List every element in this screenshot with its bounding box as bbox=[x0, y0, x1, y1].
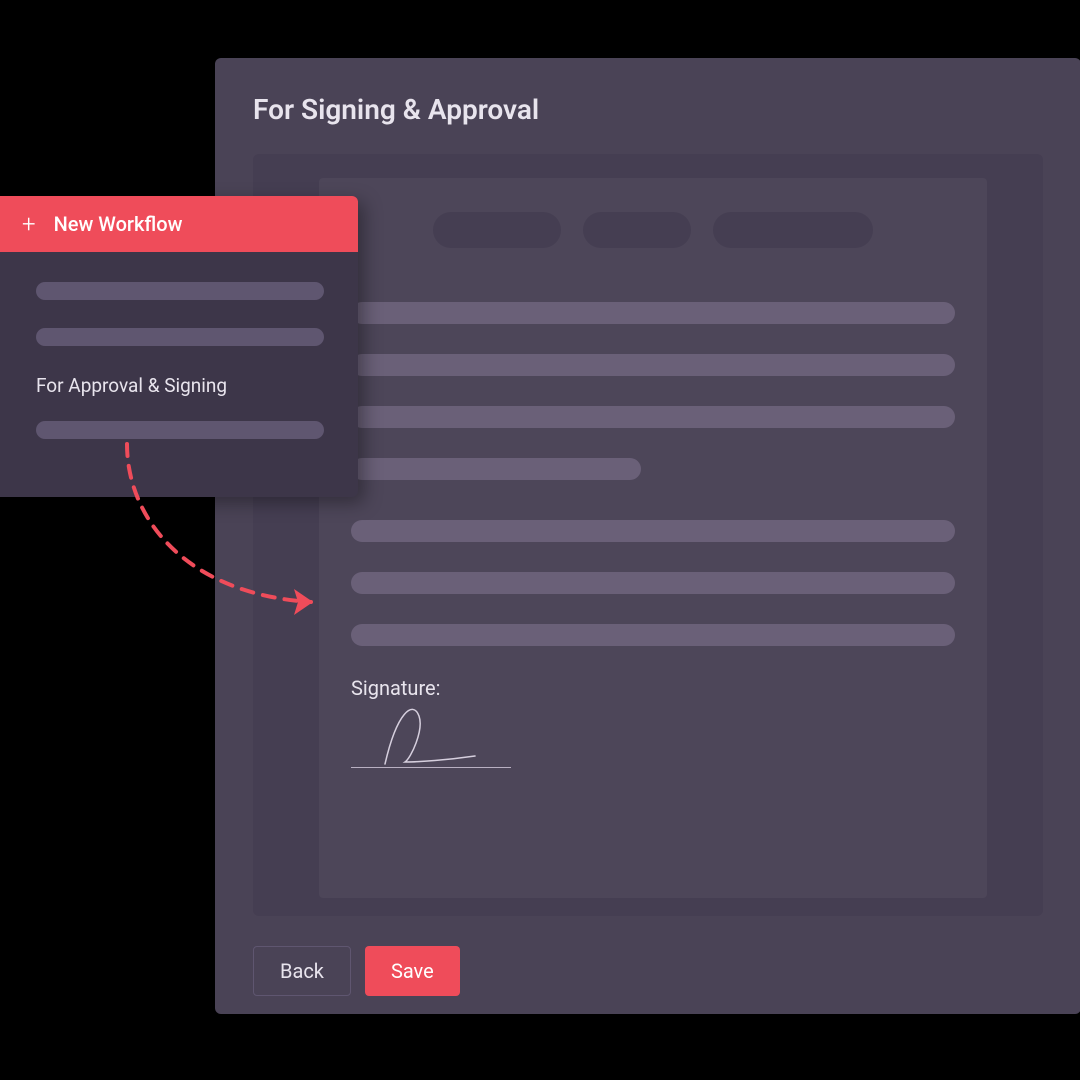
footer-buttons: Back Save bbox=[253, 946, 460, 996]
placeholder-blob bbox=[433, 212, 561, 248]
document-header-placeholder bbox=[351, 212, 955, 248]
placeholder-blob bbox=[713, 212, 873, 248]
sidebar-item-approval-signing[interactable]: For Approval & Signing bbox=[36, 374, 336, 397]
signature-scribble-icon bbox=[379, 702, 479, 774]
back-button[interactable]: Back bbox=[253, 946, 351, 996]
workflow-sidebar: + New Workflow For Approval & Signing bbox=[0, 196, 358, 497]
main-content: Signature: bbox=[253, 154, 1043, 916]
placeholder-blob bbox=[583, 212, 691, 248]
document-line bbox=[351, 354, 955, 376]
document-line bbox=[351, 572, 955, 594]
main-header: For Signing & Approval bbox=[215, 58, 1080, 154]
sidebar-item-placeholder[interactable] bbox=[36, 282, 324, 300]
signature-line[interactable] bbox=[351, 708, 511, 768]
signature-block: Signature: bbox=[351, 676, 955, 768]
document-line bbox=[351, 302, 955, 324]
sidebar-item-placeholder[interactable] bbox=[36, 328, 324, 346]
document-line-short bbox=[351, 458, 641, 480]
document-line bbox=[351, 624, 955, 646]
signature-label: Signature: bbox=[351, 676, 955, 700]
sidebar-item-placeholder[interactable] bbox=[36, 421, 324, 439]
document-preview: Signature: bbox=[319, 178, 987, 898]
new-workflow-button[interactable]: + New Workflow bbox=[0, 196, 358, 252]
save-button[interactable]: Save bbox=[365, 946, 460, 996]
page-title: For Signing & Approval bbox=[253, 93, 1043, 126]
plus-icon: + bbox=[22, 210, 36, 238]
sidebar-items: For Approval & Signing bbox=[0, 252, 358, 439]
document-line bbox=[351, 406, 955, 428]
document-line bbox=[351, 520, 955, 542]
new-workflow-label: New Workflow bbox=[54, 212, 183, 236]
